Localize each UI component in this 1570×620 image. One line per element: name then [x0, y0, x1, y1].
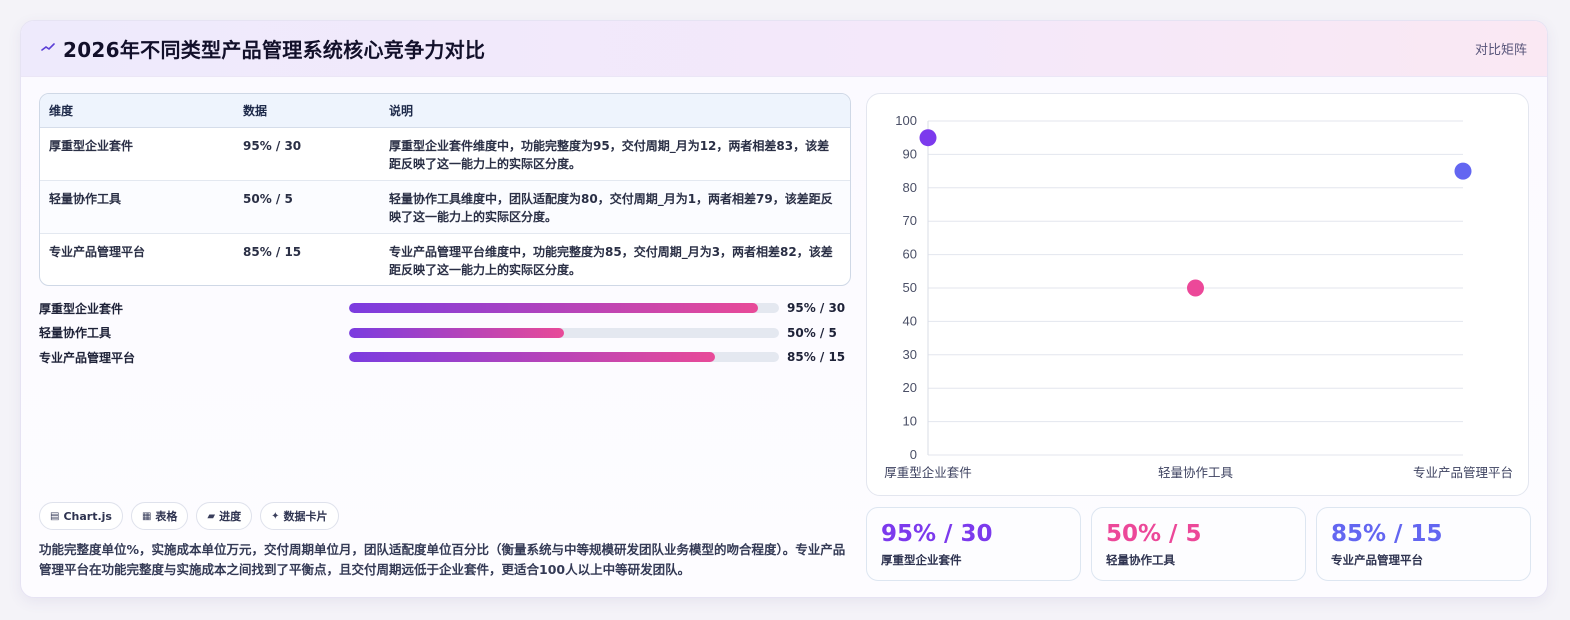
- column-header-dimension: 维度: [40, 94, 234, 128]
- tag-list: ▤ Chart.js ▦ 表格 ▰ 进度 ✦ 数据卡片: [39, 502, 339, 530]
- y-tick-label: 10: [903, 414, 917, 429]
- data-point: [1454, 162, 1472, 180]
- tag-chartjs[interactable]: ▤ Chart.js: [39, 502, 123, 530]
- progress-label: 厚重型企业套件: [39, 301, 124, 316]
- stat-label: 专业产品管理平台: [1331, 553, 1423, 567]
- progress-value: 95% / 30: [787, 301, 846, 316]
- column-header-data: 数据: [234, 94, 380, 128]
- tag-progress[interactable]: ▰ 进度: [196, 502, 253, 530]
- progress-track: [349, 303, 779, 314]
- cell-data: 85% / 15: [243, 244, 302, 259]
- y-tick-label: 50: [903, 280, 917, 295]
- y-tick-label: 0: [910, 447, 917, 462]
- progress-fill: [349, 352, 715, 363]
- x-tick-label: 轻量协作工具: [1158, 465, 1234, 480]
- progress-track: [349, 352, 779, 363]
- stat-card: 50% / 5 轻量协作工具: [1091, 507, 1306, 581]
- table-row: 轻量协作工具 50% / 5 轻量协作工具维度中，团队适配度为80，交付周期_月…: [40, 180, 850, 234]
- comparison-card: 2026年不同类型产品管理系统核心竞争力对比 对比矩阵 维度 数据 说明 厚重型…: [20, 20, 1548, 598]
- cell-data: 95% / 30: [234, 127, 380, 181]
- scatter-chart-svg: 0 10 20 30 40 50 60 70 80 90 100 厚重型企业套件 轻量协作工具 专业产品管…: [884, 113, 1513, 480]
- stat-card: 85% / 15 专业产品管理平台: [1316, 507, 1531, 581]
- data-point: [919, 129, 937, 147]
- stat-cards: 95% / 30 厚重型企业套件 50% / 5 轻量协作工具 85% / 15…: [866, 507, 1531, 581]
- y-tick-label: 60: [903, 247, 917, 262]
- cell-description: 专业产品管理平台维度中，功能完整度为85，交付周期_月为3，两者相差82，该差距…: [389, 244, 833, 277]
- tag-label: Chart.js: [63, 509, 112, 523]
- cell-dimension: 专业产品管理平台: [49, 244, 146, 259]
- progress-label: 轻量协作工具: [39, 326, 112, 341]
- y-tick-label: 80: [903, 180, 917, 195]
- trend-line-icon: [41, 41, 55, 57]
- y-tick-label: 70: [903, 213, 917, 228]
- cell-description: 厚重型企业套件维度中，功能完整度为95，交付周期_月为12，两者相差83，该差距…: [380, 127, 850, 181]
- stat-value: 95% / 30: [881, 521, 993, 547]
- progress-fill: [349, 327, 564, 338]
- table-row: 专业产品管理平台 85% / 15 专业产品管理平台维度中，功能完整度为85，交…: [40, 233, 850, 285]
- card-header: 2026年不同类型产品管理系统核心竞争力对比 对比矩阵: [21, 21, 1547, 77]
- data-point: [1187, 279, 1204, 297]
- progress-fill: [349, 303, 758, 314]
- cell-dimension: 轻量协作工具: [40, 180, 234, 234]
- tag-data-card[interactable]: ✦ 数据卡片: [260, 502, 339, 530]
- progress-row: 专业产品管理平台 85% / 15: [39, 345, 851, 370]
- x-tick-label: 专业产品管理平台: [1413, 465, 1513, 480]
- cell-dimension: 厚重型企业套件: [40, 127, 234, 181]
- table-row: 厚重型企业套件 95% / 30 厚重型企业套件维度中，功能完整度为95，交付周…: [40, 127, 850, 181]
- y-tick-label: 30: [903, 347, 917, 362]
- y-tick-label: 20: [903, 380, 917, 395]
- x-tick-label: 厚重型企业套件: [884, 465, 972, 480]
- progress-value: 85% / 15: [787, 350, 846, 365]
- cell-description: 轻量协作工具维度中，团队适配度为80，交付周期_月为1，两者相差79，该差距反映…: [380, 180, 850, 234]
- cell-data: 50% / 5: [234, 180, 380, 234]
- comparison-matrix-link[interactable]: 对比矩阵: [1475, 39, 1527, 58]
- footnote: 功能完整度单位%，实施成本单位万元，交付周期单位月，团队适配度单位百分比（衡量系…: [39, 542, 846, 577]
- stat-card: 95% / 30 厚重型企业套件: [866, 507, 1081, 581]
- progress-row: 轻量协作工具 50% / 5: [39, 321, 851, 346]
- title-wrap: 2026年不同类型产品管理系统核心竞争力对比: [41, 34, 485, 63]
- table-header-row: 维度 数据 说明: [40, 94, 850, 128]
- progress-value: 50% / 5: [787, 325, 837, 340]
- chart-icon: ▤: [50, 510, 60, 522]
- table-icon: ▦: [141, 510, 152, 522]
- y-tick-label: 90: [903, 146, 917, 161]
- tag-table[interactable]: ▦ 表格: [130, 502, 189, 530]
- progress-icon: ▰: [207, 510, 216, 522]
- progress-row: 厚重型企业套件 95% / 30: [39, 296, 851, 321]
- progress-label: 专业产品管理平台: [39, 350, 136, 365]
- progress-list: 厚重型企业套件 95% / 30 轻量协作工具 50% / 5 专业产品管理平台…: [39, 296, 851, 370]
- scatter-chart: 0 10 20 30 40 50 60 70 80 90 100 厚重型企业套件 轻量协作工具 专业产品管…: [866, 93, 1529, 496]
- comparison-table: 维度 数据 说明 厚重型企业套件 95% / 30 厚重型企业套件维度中，功能完…: [39, 93, 851, 286]
- sparkle-icon: ✦: [271, 510, 280, 522]
- tag-label: 表格: [155, 510, 178, 523]
- stat-label: 轻量协作工具: [1106, 553, 1175, 567]
- column-header-description: 说明: [380, 94, 850, 128]
- stat-label: 厚重型企业套件: [881, 553, 962, 567]
- stat-value: 85% / 15: [1331, 521, 1443, 547]
- y-tick-label: 100: [895, 113, 917, 128]
- tag-label: 进度: [219, 510, 242, 523]
- stat-value: 50% / 5: [1106, 521, 1202, 547]
- progress-track: [349, 327, 779, 338]
- y-tick-label: 40: [903, 313, 917, 328]
- page-title: 2026年不同类型产品管理系统核心竞争力对比: [63, 38, 486, 62]
- tag-label: 数据卡片: [283, 510, 328, 523]
